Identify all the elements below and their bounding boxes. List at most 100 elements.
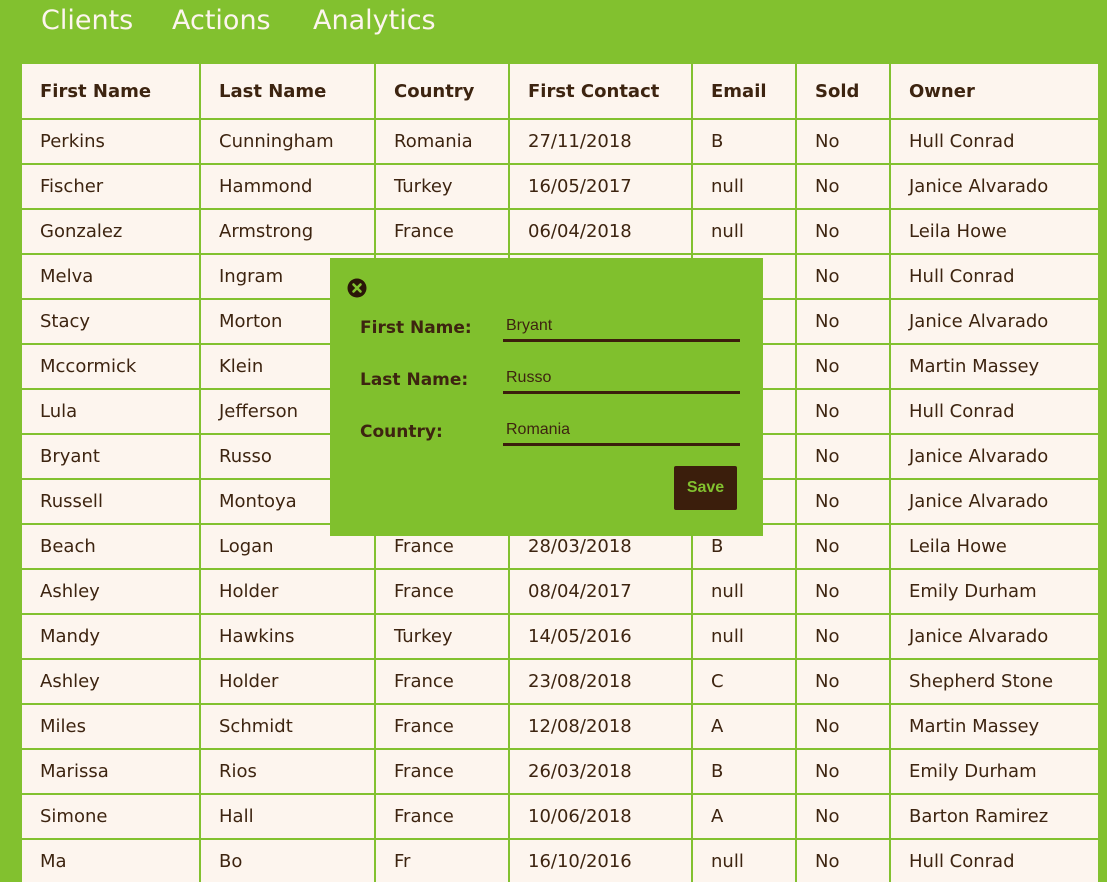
table-row[interactable]: Marissa Rios France 26/03/2018 B No Emily Durh… xyxy=(20,748,1098,795)
table-row[interactable]: Fischer Hammond Turkey 16/05/2017 null No Jani… xyxy=(20,163,1098,210)
save-button[interactable]: Save xyxy=(674,466,737,510)
cell-email: null xyxy=(691,208,797,255)
table-row[interactable]: Mandy Hawkins Turkey 14/05/2016 null No Janice… xyxy=(20,613,1098,660)
cell-email: C xyxy=(691,658,797,705)
cell-last-name: Holder xyxy=(199,658,376,705)
cell-country: France xyxy=(374,703,510,750)
cell-first-contact: 23/08/2018 xyxy=(508,658,693,705)
cell-first-name: Bryant xyxy=(20,433,201,480)
cell-sold: No xyxy=(795,163,891,210)
cell-first-name: Perkins xyxy=(20,118,201,165)
cell-first-name: Gonzalez xyxy=(20,208,201,255)
cell-last-name: Rios xyxy=(199,748,376,795)
cell-last-name: Armstrong xyxy=(199,208,376,255)
cell-country: France xyxy=(374,748,510,795)
first-name-label: First Name: xyxy=(360,318,472,338)
cell-owner: Janice Alvarado xyxy=(889,163,1098,210)
cell-first-name: Mandy xyxy=(20,613,201,660)
cell-owner: Martin Massey xyxy=(889,703,1098,750)
cell-first-name: Mccormick xyxy=(20,343,201,390)
cell-country: Turkey xyxy=(374,163,510,210)
cell-first-contact: 12/08/2018 xyxy=(508,703,693,750)
cell-owner: Emily Durham xyxy=(889,568,1098,615)
cell-first-name: Melva xyxy=(20,253,201,300)
column-header-first-contact[interactable]: First Contact xyxy=(508,62,693,120)
country-label: Country: xyxy=(360,422,443,442)
column-header-first-name[interactable]: First Name xyxy=(20,62,201,120)
cell-first-name: Lula xyxy=(20,388,201,435)
cell-country: France xyxy=(374,793,510,840)
cell-sold: No xyxy=(795,793,891,840)
cell-first-name: Russell xyxy=(20,478,201,525)
table-row[interactable]: Miles Schmidt France 12/08/2018 A No Martin Ma… xyxy=(20,703,1098,750)
column-header-country[interactable]: Country xyxy=(374,62,510,120)
last-name-field[interactable] xyxy=(503,364,740,394)
cell-owner: Barton Ramirez xyxy=(889,793,1098,840)
cell-first-name: Beach xyxy=(20,523,201,570)
cell-country: Turkey xyxy=(374,613,510,660)
cell-first-contact: 10/06/2018 xyxy=(508,793,693,840)
cell-sold: No xyxy=(795,388,891,435)
cell-first-name: Stacy xyxy=(20,298,201,345)
country-field[interactable] xyxy=(503,416,740,446)
cell-owner: Janice Alvarado xyxy=(889,478,1098,525)
cell-first-contact: 26/03/2018 xyxy=(508,748,693,795)
table-row[interactable]: Gonzalez Armstrong France 06/04/2018 null No L… xyxy=(20,208,1098,255)
cell-first-contact: 06/04/2018 xyxy=(508,208,693,255)
cell-last-name: Holder xyxy=(199,568,376,615)
cell-first-contact: 08/04/2017 xyxy=(508,568,693,615)
column-header-owner[interactable]: Owner xyxy=(889,62,1098,120)
cell-sold: No xyxy=(795,613,891,660)
nav-analytics[interactable]: Analytics xyxy=(313,3,436,39)
cell-owner: Shepherd Stone xyxy=(889,658,1098,705)
cell-owner: Hull Conrad xyxy=(889,388,1098,435)
cell-country: France xyxy=(374,208,510,255)
table-row[interactable]: Perkins Cunningham Romania 27/11/2018 B No Hul… xyxy=(20,118,1098,165)
cell-email: null xyxy=(691,613,797,660)
table-row[interactable]: Ashley Holder France 08/04/2017 null No Emily … xyxy=(20,568,1098,615)
cell-first-name: Ashley xyxy=(20,568,201,615)
cell-first-name: Marissa xyxy=(20,748,201,795)
cell-last-name: Cunningham xyxy=(199,118,376,165)
cell-sold: No xyxy=(795,343,891,390)
cell-sold: No xyxy=(795,568,891,615)
edit-client-modal: First Name: Last Name: Country: Save xyxy=(330,258,763,536)
cell-first-contact: 16/05/2017 xyxy=(508,163,693,210)
cell-owner: Martin Massey xyxy=(889,343,1098,390)
column-header-last-name[interactable]: Last Name xyxy=(199,62,376,120)
cell-last-name: Hammond xyxy=(199,163,376,210)
table-row[interactable]: Ashley Holder France 23/08/2018 C No Shepherd … xyxy=(20,658,1098,705)
close-circle-icon[interactable] xyxy=(347,278,367,298)
column-header-sold[interactable]: Sold xyxy=(795,62,891,120)
last-name-label: Last Name: xyxy=(360,370,469,390)
cell-first-name: Ashley xyxy=(20,658,201,705)
nav-actions[interactable]: Actions xyxy=(172,3,271,39)
cell-first-name: Fischer xyxy=(20,163,201,210)
cell-country: France xyxy=(374,568,510,615)
cell-sold: No xyxy=(795,523,891,570)
cell-email: A xyxy=(691,793,797,840)
cell-email: null xyxy=(691,163,797,210)
cell-sold: No xyxy=(795,658,891,705)
cell-owner: Janice Alvarado xyxy=(889,613,1098,660)
cell-sold: No xyxy=(795,703,891,750)
cell-owner: Leila Howe xyxy=(889,208,1098,255)
cell-email: B xyxy=(691,118,797,165)
first-name-field[interactable] xyxy=(503,312,740,342)
cell-sold: No xyxy=(795,478,891,525)
cell-owner: Emily Durham xyxy=(889,748,1098,795)
cell-sold: No xyxy=(795,253,891,300)
nav-clients[interactable]: Clients xyxy=(41,3,133,39)
cell-first-name: Miles xyxy=(20,703,201,750)
cell-owner: Janice Alvarado xyxy=(889,298,1098,345)
column-header-email[interactable]: Email xyxy=(691,62,797,120)
cell-email: A xyxy=(691,703,797,750)
cell-owner: Hull Conrad xyxy=(889,253,1098,300)
cell-owner: Janice Alvarado xyxy=(889,433,1098,480)
cell-country: France xyxy=(374,658,510,705)
cell-first-contact: 14/05/2016 xyxy=(508,613,693,660)
cell-last-name: Hall xyxy=(199,793,376,840)
cell-owner: Hull Conrad xyxy=(889,118,1098,165)
table-row[interactable]: Simone Hall France 10/06/2018 A No Barton Rami… xyxy=(20,793,1098,840)
cell-sold: No xyxy=(795,298,891,345)
